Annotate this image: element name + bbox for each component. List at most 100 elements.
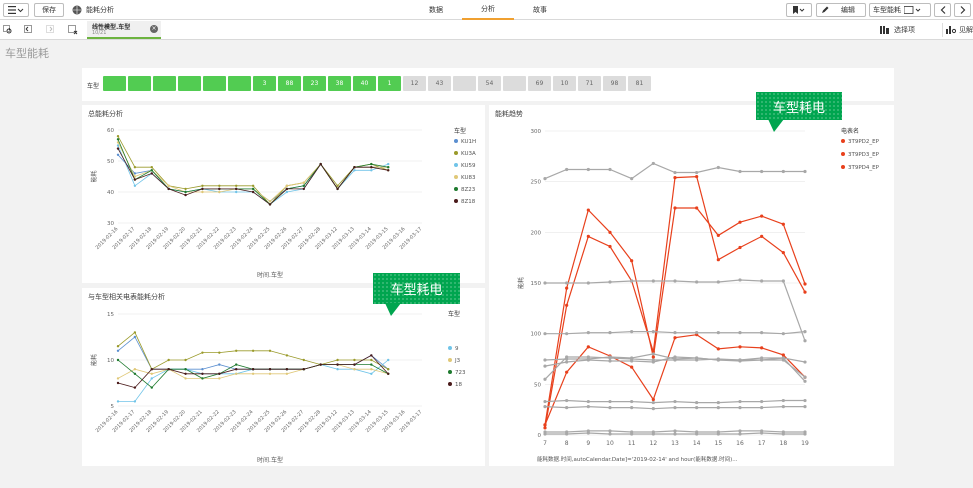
data-point xyxy=(673,170,677,175)
data-point xyxy=(781,398,785,403)
current-selection-tab[interactable]: 线性模型.车型 10/21 × xyxy=(87,21,161,39)
x-tick-label: 17 xyxy=(758,440,766,447)
sheet-selector[interactable]: 车型能耗 xyxy=(869,3,931,17)
filter-chip[interactable]: 71 xyxy=(578,76,601,91)
data-point xyxy=(235,363,238,366)
data-point xyxy=(336,358,339,362)
filter-chip[interactable]: 12 xyxy=(403,76,426,91)
data-point xyxy=(353,363,356,366)
insights-button[interactable]: 见解 xyxy=(942,23,973,37)
data-point xyxy=(565,281,569,285)
data-point xyxy=(565,332,569,336)
energy-trend-chart[interactable]: 0 50 100 150 200 250 300 能耗 7 8 9 10 11 12 13 14 15 16 17 1… xyxy=(489,105,894,466)
data-point xyxy=(803,398,807,403)
data-point xyxy=(586,208,590,212)
data-point xyxy=(543,332,547,336)
bookmark-button[interactable] xyxy=(786,3,812,17)
data-point xyxy=(116,381,120,385)
filter-chip[interactable] xyxy=(453,76,476,91)
filter-chip[interactable]: 38 xyxy=(328,76,351,91)
data-point xyxy=(336,363,339,366)
data-point xyxy=(586,345,590,349)
data-point xyxy=(673,176,677,180)
data-point xyxy=(781,358,785,362)
data-point xyxy=(738,359,742,363)
tab-story[interactable]: 故事 xyxy=(514,0,566,20)
y-tick-label: 250 xyxy=(531,180,542,186)
data-point xyxy=(285,368,289,371)
clear-selection-icon[interactable]: × xyxy=(150,25,158,33)
data-point xyxy=(150,372,153,375)
filter-chip[interactable]: 10 xyxy=(553,76,576,91)
filter-chip[interactable] xyxy=(178,76,201,91)
data-point xyxy=(184,368,187,371)
data-point xyxy=(738,345,742,349)
filter-chip[interactable]: 81 xyxy=(628,76,651,91)
filter-chip[interactable]: 69 xyxy=(528,76,551,91)
filter-chip[interactable]: 1 xyxy=(378,76,401,91)
meter-energy-chart[interactable]: 51015能耗2019-02-162019-02-172019-02-18201… xyxy=(82,288,485,466)
filter-chip[interactable]: 98 xyxy=(603,76,626,91)
callout-pointer xyxy=(768,119,784,132)
data-point xyxy=(201,351,204,354)
data-point xyxy=(695,280,699,284)
total-energy-chart[interactable]: 30405060能耗2019-02-162019-02-172019-02-18… xyxy=(82,105,485,283)
filter-chip[interactable] xyxy=(228,76,251,91)
menu-button[interactable] xyxy=(3,3,29,17)
filter-chip[interactable]: 54 xyxy=(478,76,501,91)
step-forward-icon[interactable] xyxy=(46,25,56,35)
clear-all-icon[interactable] xyxy=(68,25,78,35)
filter-chip[interactable]: 23 xyxy=(303,76,326,91)
x-tick-label: 13 xyxy=(671,440,679,447)
filter-chip[interactable]: 3 xyxy=(253,76,276,91)
data-point xyxy=(116,377,120,380)
data-point xyxy=(302,358,305,362)
prev-sheet-button[interactable] xyxy=(934,3,951,17)
data-point xyxy=(760,214,764,218)
data-point xyxy=(630,359,634,363)
data-point xyxy=(695,432,699,436)
data-point xyxy=(651,400,655,405)
data-point xyxy=(673,336,677,340)
filter-chip[interactable] xyxy=(103,76,126,91)
y-tick-label: 15 xyxy=(107,312,114,318)
data-point xyxy=(760,279,764,283)
sheet-title: 车型能耗 xyxy=(5,47,49,60)
data-point xyxy=(218,351,221,354)
data-point xyxy=(218,377,221,380)
data-point xyxy=(370,363,373,366)
selections-tool-button[interactable]: 选择项 xyxy=(880,23,915,37)
data-point xyxy=(760,406,764,410)
x-tick-label: 12 xyxy=(650,440,658,447)
smart-search-icon[interactable] xyxy=(3,25,13,35)
data-point xyxy=(235,190,238,194)
meter-energy-card: 与车型相关电表能耗分析 5 10 15 能耗 2019-02-16 2019-02-17 2… xyxy=(82,288,485,466)
filter-chip[interactable]: 88 xyxy=(278,76,301,91)
data-point xyxy=(695,406,699,410)
x-axis-label: 时间.车型 xyxy=(257,271,283,279)
tab-analysis[interactable]: 分析 xyxy=(462,0,514,20)
data-point xyxy=(150,368,153,371)
filter-chip[interactable] xyxy=(128,76,151,91)
filter-chip[interactable]: 43 xyxy=(428,76,451,91)
data-point xyxy=(565,167,569,172)
series-line xyxy=(117,136,389,205)
filter-chip[interactable] xyxy=(153,76,176,91)
data-point xyxy=(184,372,187,375)
series-line xyxy=(117,364,389,379)
data-point xyxy=(543,358,547,362)
data-point xyxy=(803,339,807,343)
next-sheet-button[interactable] xyxy=(954,3,971,17)
filter-chip[interactable] xyxy=(503,76,526,91)
save-button[interactable]: 保存 xyxy=(34,3,64,17)
step-back-icon[interactable] xyxy=(24,25,34,35)
x-tick-label: 16 xyxy=(736,440,744,447)
filter-chip[interactable] xyxy=(203,76,226,91)
tab-data[interactable]: 数据 xyxy=(410,0,462,20)
edit-button[interactable]: 编辑 xyxy=(816,3,866,17)
data-point xyxy=(235,349,238,352)
y-tick-label: 300 xyxy=(531,129,542,135)
legend-marker xyxy=(448,358,452,362)
filter-chip[interactable]: 40 xyxy=(353,76,376,91)
sheet-selector-label: 车型能耗 xyxy=(873,6,901,14)
